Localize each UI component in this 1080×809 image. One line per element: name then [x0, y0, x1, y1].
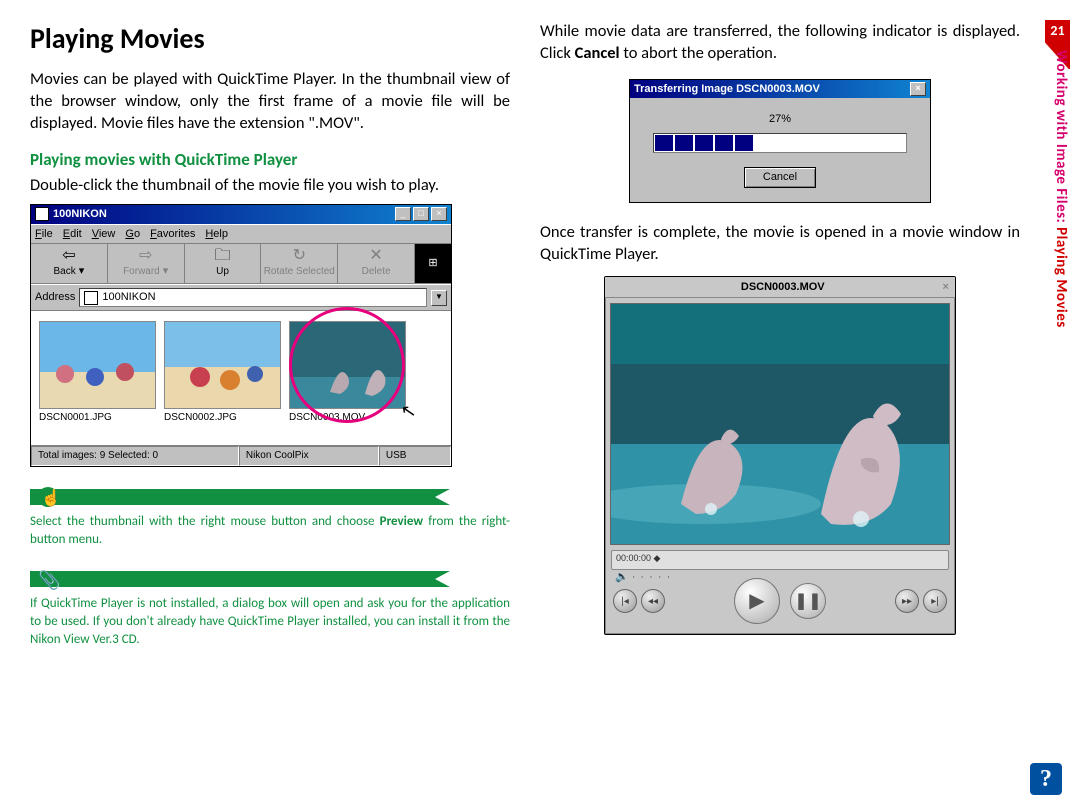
qt-rewind-button[interactable]: ◂◂ [641, 589, 665, 613]
folder-icon [35, 207, 49, 221]
quicktime-player: DSCN0003.MOV × [604, 276, 956, 636]
qt-play-button[interactable]: ▶ [734, 578, 780, 624]
menu-bar: File Edit View Go Favorites Help [31, 224, 451, 244]
transfer-percent: 27% [650, 112, 910, 127]
maximize-button[interactable]: □ [413, 207, 429, 221]
menu-view[interactable]: View [92, 227, 116, 242]
qt-forward-button[interactable]: ▸▸ [895, 589, 919, 613]
progress-bar [653, 133, 907, 153]
menu-edit[interactable]: Edit [63, 227, 82, 242]
page-title: Playing Movies [30, 20, 510, 58]
tip-text: Select the thumbnail with the right mous… [30, 513, 510, 549]
thumbnail[interactable]: DSCN0002.JPG [164, 321, 279, 441]
qt-video-area [610, 303, 950, 545]
thumbnail[interactable]: DSCN0001.JPG [39, 321, 154, 441]
up-button[interactable]: 🗀Up [185, 244, 262, 283]
menu-file[interactable]: File [35, 227, 53, 242]
back-button[interactable]: ⇦Back ▾ [31, 244, 108, 283]
qt-scrubber[interactable]: 00:00:00 ◆ [611, 550, 949, 570]
qt-close-button[interactable]: × [943, 280, 949, 295]
dialog-close-button[interactable]: × [910, 82, 926, 96]
browser-window: 100NIKON _ □ × File Edit View Go Favorit… [30, 204, 452, 467]
subheading: Playing movies with QuickTime Player [30, 149, 510, 172]
qt-rewind-start-button[interactable]: |◂ [613, 589, 637, 613]
right-paragraph-1: While movie data are transferred, the fo… [540, 20, 1020, 65]
right-paragraph-2: Once transfer is complete, the movie is … [540, 221, 1020, 266]
qt-titlebar: DSCN0003.MOV × [605, 277, 955, 299]
toolbar: ⇦Back ▾ ⇨Forward ▾ 🗀Up ↻Rotate Selected … [31, 243, 451, 284]
transfer-dialog: Transferring Image DSCN0003.MOV × 27% Ca… [629, 79, 931, 204]
menu-help[interactable]: Help [205, 227, 228, 242]
dialog-titlebar: Transferring Image DSCN0003.MOV × [630, 80, 930, 99]
browser-titlebar: 100NIKON _ □ × [31, 205, 451, 224]
dialog-title: Transferring Image DSCN0003.MOV [634, 82, 820, 97]
thumbnail-area: DSCN0001.JPG DSCN0002.JPG DSCN0003.MOV ↖ [31, 311, 451, 445]
cursor-icon: ↖ [399, 398, 418, 425]
qt-pause-button[interactable]: ❚❚ [790, 583, 826, 619]
windows-logo-icon: ⊞ [415, 244, 451, 283]
forward-button[interactable]: ⇨Forward ▾ [108, 244, 185, 283]
right-column: While movie data are transferred, the fo… [540, 20, 1020, 650]
page-number: 21 [1045, 20, 1070, 41]
minimize-button[interactable]: _ [395, 207, 411, 221]
volume-control[interactable]: 🔈 [615, 570, 671, 585]
svg-text:☝: ☝ [41, 488, 61, 507]
intro-text: Movies can be played with QuickTime Play… [30, 68, 510, 135]
tip-bar: ☝ [30, 485, 510, 509]
status-total: Total images: 9 Selected: 0 [31, 446, 239, 466]
side-section-label: Working with Image Files: Playing Movies [1045, 50, 1070, 328]
qt-title-text: DSCN0003.MOV [741, 280, 825, 295]
menu-go[interactable]: Go [125, 227, 140, 242]
left-column: Playing Movies Movies can be played with… [30, 20, 510, 650]
status-device: Nikon CoolPix [239, 446, 379, 466]
address-input[interactable]: 100NIKON [79, 288, 427, 307]
tip-text: If QuickTime Player is not installed, a … [30, 595, 510, 650]
help-icon[interactable]: ? [1030, 763, 1062, 795]
subheading-text: Double-click the thumbnail of the movie … [30, 174, 510, 196]
tip-bar: 📎 [30, 567, 510, 591]
folder-icon [84, 291, 98, 305]
status-bar: Total images: 9 Selected: 0 Nikon CoolPi… [31, 445, 451, 466]
qt-controls: 🔈 |◂ ◂◂ ▶ ❚❚ ▸▸ ▸| [605, 570, 955, 634]
address-bar: Address 100NIKON ▼ [31, 284, 451, 311]
status-connection: USB [379, 446, 451, 466]
close-button[interactable]: × [431, 207, 447, 221]
svg-text:📎: 📎 [38, 569, 60, 591]
delete-button[interactable]: ✕Delete [338, 244, 415, 283]
rotate-button[interactable]: ↻Rotate Selected [261, 244, 338, 283]
qt-forward-end-button[interactable]: ▸| [923, 589, 947, 613]
menu-favorites[interactable]: Favorites [150, 227, 195, 242]
address-label: Address [35, 290, 75, 305]
cancel-button[interactable]: Cancel [744, 167, 816, 188]
browser-title: 100NIKON [53, 207, 107, 222]
address-dropdown-button[interactable]: ▼ [431, 290, 447, 306]
qt-timecode: 00:00:00 [616, 553, 651, 563]
thumbnail[interactable]: DSCN0003.MOV [289, 321, 404, 441]
